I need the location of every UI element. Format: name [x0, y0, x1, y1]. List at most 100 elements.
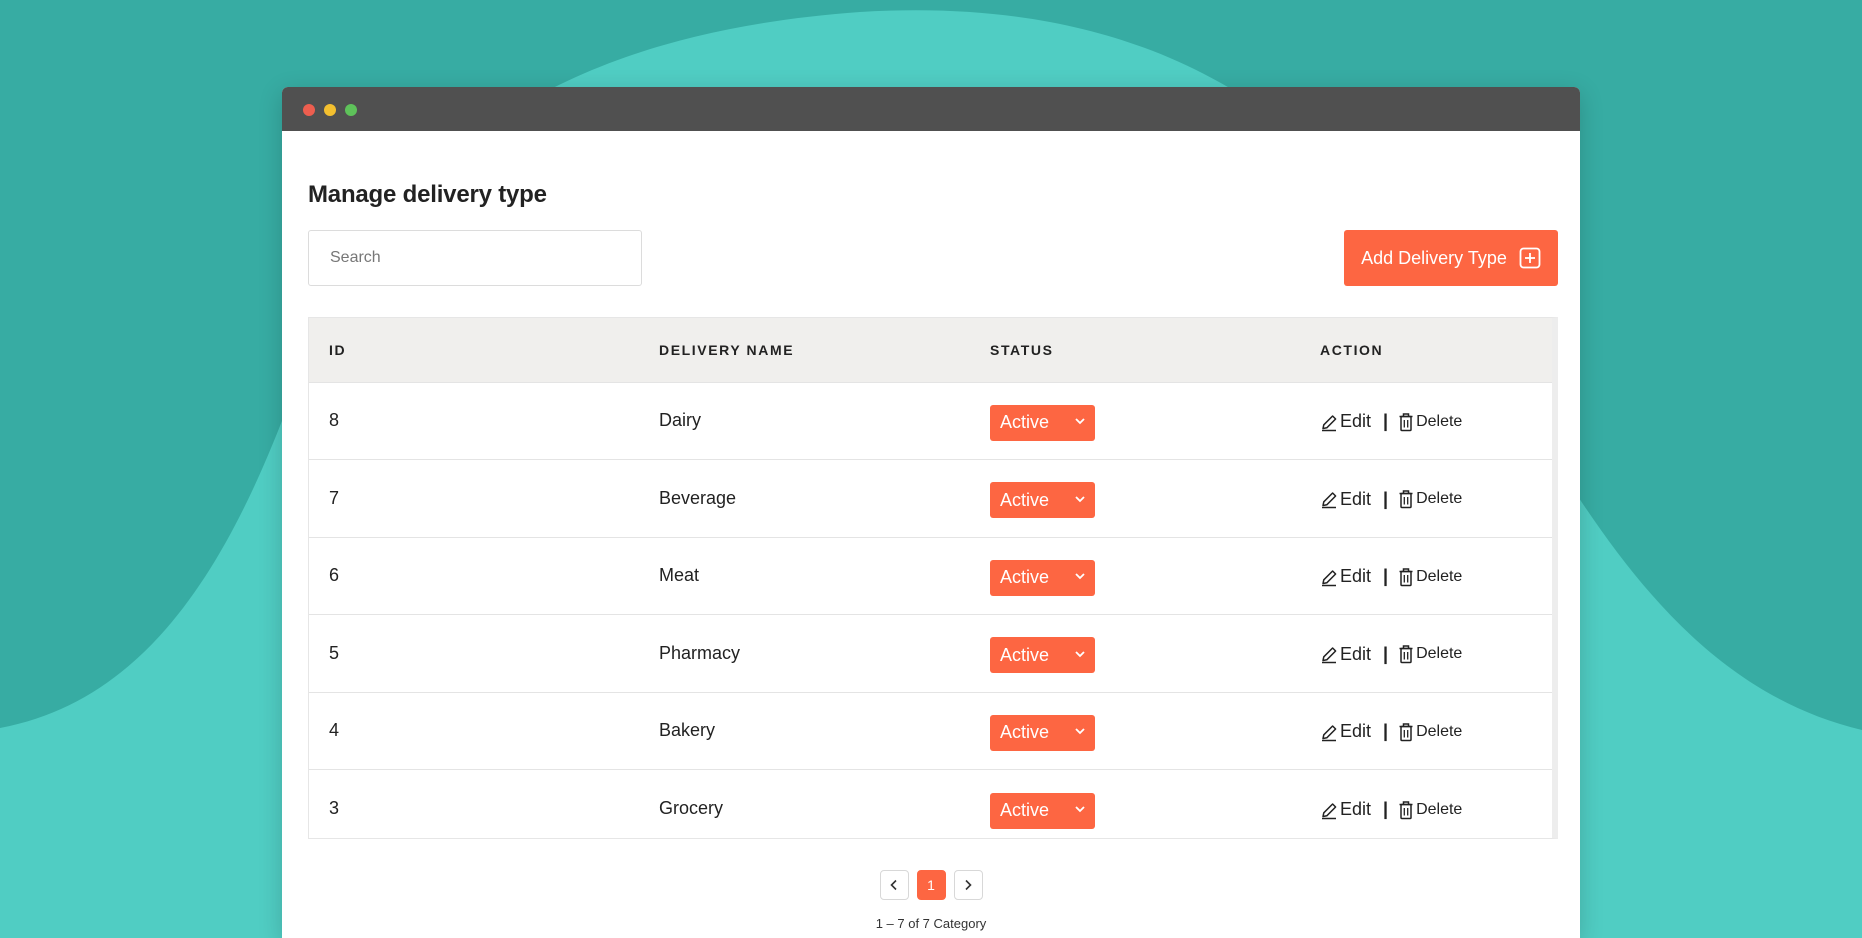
column-header-status[interactable]: STATUS	[970, 318, 1300, 382]
cell-action: Edit | Delete	[1300, 537, 1552, 615]
cell-status: Active	[970, 770, 1300, 839]
column-header-delivery-name[interactable]: DELIVERY NAME	[639, 318, 970, 382]
status-dropdown-value: Active	[1000, 722, 1050, 743]
edit-button[interactable]: Edit	[1320, 721, 1371, 742]
edit-button[interactable]: Edit	[1320, 411, 1371, 432]
search-input[interactable]	[308, 230, 642, 286]
chevron-down-icon	[1073, 567, 1087, 588]
edit-button[interactable]: Edit	[1320, 489, 1371, 510]
status-dropdown[interactable]: Active	[990, 404, 1095, 441]
pencil-icon	[1320, 412, 1338, 432]
edit-button[interactable]: Edit	[1320, 566, 1371, 587]
delete-button[interactable]: Delete	[1398, 412, 1462, 432]
pagination-range-text: 1 – 7 of 7 Category	[875, 916, 987, 931]
cell-id: 6	[329, 565, 340, 586]
minimize-window-dot[interactable]	[324, 104, 336, 116]
edit-label: Edit	[1340, 566, 1372, 587]
delete-label: Delete	[1416, 412, 1463, 430]
table-row: 8 Dairy Active Edit | Delete	[309, 382, 1552, 460]
delete-label: Delete	[1416, 722, 1463, 740]
page-number-button[interactable]: 1	[916, 870, 946, 900]
trash-icon	[1398, 722, 1414, 742]
pencil-icon	[1320, 567, 1338, 587]
trash-icon	[1398, 567, 1414, 587]
chevron-down-icon	[1073, 645, 1087, 666]
cell-delivery-name: Meat	[659, 565, 700, 586]
page-title: Manage delivery type	[308, 181, 547, 208]
chevron-down-icon	[1073, 412, 1087, 433]
add-delivery-type-label: Add Delivery Type	[1361, 247, 1507, 268]
delete-label: Delete	[1416, 567, 1463, 585]
delete-button[interactable]: Delete	[1398, 722, 1462, 742]
edit-button[interactable]: Edit	[1320, 799, 1371, 820]
chevron-right-icon	[965, 879, 972, 891]
edit-label: Edit	[1340, 721, 1372, 742]
cell-status: Active	[970, 382, 1300, 460]
cell-action: Edit | Delete	[1300, 382, 1552, 460]
chevron-down-icon	[1073, 800, 1087, 821]
cell-status: Active	[970, 615, 1300, 693]
delete-button[interactable]: Delete	[1398, 644, 1462, 664]
edit-button[interactable]: Edit	[1320, 644, 1371, 665]
edit-label: Edit	[1340, 643, 1372, 664]
cell-delivery-name: Beverage	[659, 487, 737, 508]
pencil-icon	[1320, 800, 1338, 820]
edit-label: Edit	[1340, 411, 1372, 432]
action-separator: |	[1383, 721, 1389, 742]
table-row: 7 Beverage Active Edit | Delete	[309, 459, 1552, 538]
cell-delivery-name: Pharmacy	[659, 642, 741, 663]
delete-button[interactable]: Delete	[1398, 567, 1462, 587]
window-titlebar	[282, 87, 1580, 131]
chevron-down-icon	[1073, 722, 1087, 743]
cell-id: 5	[329, 642, 340, 663]
delete-label: Delete	[1416, 490, 1463, 508]
cell-status: Active	[970, 692, 1300, 770]
delivery-type-table[interactable]: ID DELIVERY NAME STATUS ACTION 8 Dairy Act…	[308, 317, 1558, 839]
cell-action: Edit | Delete	[1300, 770, 1552, 839]
plus-square-icon	[1519, 247, 1541, 269]
cell-id: 8	[329, 410, 340, 431]
table-row: 5 Pharmacy Active Edit | Delete	[309, 614, 1552, 693]
delete-button[interactable]: Delete	[1398, 800, 1462, 820]
delete-button[interactable]: Delete	[1398, 489, 1462, 509]
next-page-button[interactable]	[953, 870, 983, 900]
cell-action: Edit | Delete	[1300, 692, 1552, 770]
pencil-icon	[1320, 489, 1338, 509]
cell-action: Edit | Delete	[1300, 615, 1552, 693]
add-delivery-type-button[interactable]: Add Delivery Type	[1344, 230, 1558, 286]
edit-label: Edit	[1340, 799, 1372, 819]
trash-icon	[1398, 489, 1414, 509]
cell-delivery-name: Dairy	[659, 410, 702, 431]
delete-label: Delete	[1416, 645, 1463, 663]
table-body: 8 Dairy Active Edit | Delete 7 Beverage Active Ed…	[309, 382, 1552, 839]
edit-label: Edit	[1340, 488, 1372, 509]
cell-id: 4	[329, 720, 340, 741]
action-separator: |	[1383, 799, 1389, 819]
status-dropdown[interactable]: Active	[990, 482, 1095, 519]
action-separator: |	[1383, 566, 1389, 587]
chevron-down-icon	[1073, 490, 1087, 511]
action-separator: |	[1383, 643, 1389, 664]
column-header-id[interactable]: ID	[309, 318, 639, 382]
trash-icon	[1398, 412, 1414, 432]
pencil-icon	[1320, 644, 1338, 664]
maximize-window-dot[interactable]	[345, 104, 357, 116]
trash-icon	[1398, 644, 1414, 664]
column-header-action: ACTION	[1320, 341, 1384, 358]
status-dropdown[interactable]: Active	[990, 714, 1095, 751]
table-row: 6 Meat Active Edit | Delete	[309, 537, 1552, 615]
status-dropdown[interactable]: Active	[990, 637, 1095, 674]
status-dropdown[interactable]: Active	[990, 792, 1095, 829]
status-dropdown-value: Active	[1000, 567, 1050, 588]
action-separator: |	[1383, 488, 1389, 509]
table-row: 4 Bakery Active Edit | Delete	[309, 692, 1552, 770]
cell-action: Edit | Delete	[1300, 460, 1552, 538]
close-window-dot[interactable]	[303, 104, 315, 116]
status-dropdown-value: Active	[1000, 800, 1050, 820]
status-dropdown[interactable]: Active	[990, 559, 1095, 596]
table-header-row: ID DELIVERY NAME STATUS ACTION	[309, 318, 1552, 382]
pencil-icon	[1320, 722, 1338, 742]
action-separator: |	[1383, 411, 1389, 432]
status-dropdown-value: Active	[1000, 644, 1050, 665]
prev-page-button[interactable]	[879, 870, 909, 900]
